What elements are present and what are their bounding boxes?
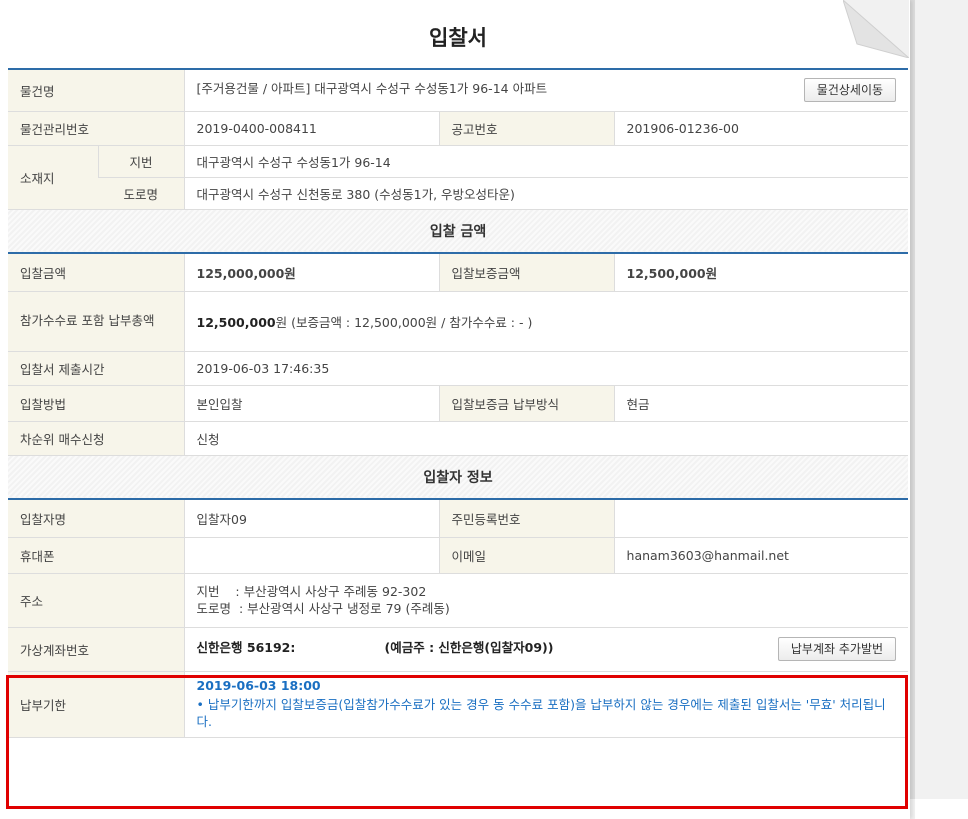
total-payment-amount: 12,500,000 bbox=[196, 314, 276, 330]
address-cell: 지번 : 부산광역시 사상구 주례동 92-302 도로명 : 부산광역시 사상… bbox=[183, 573, 909, 628]
scroll-shadow bbox=[910, 0, 915, 799]
table-row: 도로명 대구광역시 수성구 신천동로 380 (수성동1가, 우방오성타운) bbox=[8, 177, 909, 210]
table-row: 입찰방법 본인입찰 입찰보증금 납부방식 현금 bbox=[8, 385, 909, 422]
road-address-label: 도로명 bbox=[98, 177, 185, 210]
submit-time-value: 2019-06-03 17:46:35 bbox=[183, 351, 909, 386]
deposit-pay-method-label: 입찰보증금 납부방식 bbox=[438, 385, 615, 422]
section-header: 입찰자 정보 bbox=[8, 455, 909, 500]
item-name-label: 물건명 bbox=[8, 68, 185, 112]
deadline-label: 납부기한 bbox=[8, 671, 185, 738]
table-row: 소재지 지번 대구광역시 수성구 수성동1가 96-14 bbox=[8, 145, 909, 210]
deadline-value: 2019-06-03 18:00 bbox=[196, 678, 321, 693]
next-bidder-label: 차순위 매수신청 bbox=[8, 421, 185, 456]
item-detail-button[interactable]: 물건상세이동 bbox=[803, 78, 897, 103]
address-label: 주소 bbox=[8, 573, 185, 628]
virtual-account-label: 가상계좌번호 bbox=[8, 627, 185, 672]
table-row: 납부기한 2019-06-03 18:00 • 납부기한까지 입찰보증금(입찰참… bbox=[8, 671, 909, 738]
table-row: 물건명 [주거용건물 / 아파트] 대구광역시 수성구 수성동1가 96-14 … bbox=[8, 68, 909, 112]
virtual-account-value: 신한은행 56192: bbox=[196, 640, 296, 655]
margin-corner bbox=[915, 799, 968, 819]
bid-form-table: 물건명 [주거용건물 / 아파트] 대구광역시 수성구 수성동1가 96-14 … bbox=[8, 68, 909, 738]
location-label: 소재지 bbox=[8, 145, 98, 210]
phone-value bbox=[183, 537, 440, 574]
submit-time-label: 입찰서 제출시간 bbox=[8, 351, 185, 386]
item-name-value: [주거용건물 / 아파트] 대구광역시 수성구 수성동1가 96-14 아파트 bbox=[196, 81, 548, 97]
mgmt-number-label: 물건관리번호 bbox=[8, 111, 185, 146]
section-header: 입찰 금액 bbox=[8, 209, 909, 254]
right-margin bbox=[910, 0, 968, 819]
notice-number-value: 201906-01236-00 bbox=[613, 111, 909, 146]
table-row: 입찰금액 125,000,000원 입찰보증금액 12,500,000원 bbox=[8, 253, 909, 292]
lot-address-label: 지번 bbox=[97, 145, 185, 178]
table-row: 주소 지번 : 부산광역시 사상구 주례동 92-302 도로명 : 부산광역시… bbox=[8, 573, 909, 628]
item-name-cell: [주거용건물 / 아파트] 대구광역시 수성구 수성동1가 96-14 아파트 … bbox=[183, 68, 909, 112]
bid-form-page: 입찰서 물건명 [주거용건물 / 아파트] 대구광역시 수성구 수성동1가 96… bbox=[0, 0, 910, 819]
phone-label: 휴대폰 bbox=[8, 537, 185, 574]
total-payment-detail: 원 (보증금액 : 12,500,000원 / 참가수수료 : - ) bbox=[275, 314, 533, 330]
bid-amount-label: 입찰금액 bbox=[8, 253, 185, 292]
table-row: 가상계좌번호 신한은행 56192: (예금주 : 신한은행(입찰자09)) 납… bbox=[8, 627, 909, 672]
bid-method-value: 본인입찰 bbox=[183, 385, 440, 422]
table-row: 참가수수료 포함 납부총액 12,500,000원 (보증금액 : 12,500… bbox=[8, 291, 909, 352]
table-row: 차순위 매수신청 신청 bbox=[8, 421, 909, 456]
total-payment-cell: 12,500,000원 (보증금액 : 12,500,000원 / 참가수수료 … bbox=[183, 291, 909, 352]
mgmt-number-value: 2019-0400-008411 bbox=[183, 111, 440, 146]
address-road: 도로명 : 부산광역시 사상구 냉정로 79 (주례동) bbox=[196, 601, 450, 616]
add-payment-account-button[interactable]: 납부계좌 추가발번 bbox=[777, 637, 897, 661]
deposit-pay-method-value: 현금 bbox=[613, 385, 909, 422]
bid-method-label: 입찰방법 bbox=[8, 385, 185, 422]
notice-number-label: 공고번호 bbox=[438, 111, 615, 146]
table-row: 입찰자명 입찰자09 주민등록번호 bbox=[8, 499, 909, 538]
email-value: hanam3603@hanmail.net bbox=[613, 537, 909, 574]
total-payment-label: 참가수수료 포함 납부총액 bbox=[8, 291, 185, 352]
address-lot: 지번 : 부산광역시 사상구 주례동 92-302 bbox=[196, 584, 427, 599]
rrn-label: 주민등록번호 bbox=[438, 499, 615, 538]
page-curl-icon bbox=[843, 0, 909, 58]
email-label: 이메일 bbox=[438, 537, 615, 574]
table-row: 물건관리번호 2019-0400-008411 공고번호 201906-0123… bbox=[8, 111, 909, 146]
bidder-section-title: 입찰자 정보 bbox=[8, 455, 909, 500]
deposit-amount-label: 입찰보증금액 bbox=[438, 253, 615, 292]
bidder-name-value: 입찰자09 bbox=[183, 499, 440, 538]
lot-address-value: 대구광역시 수성구 수성동1가 96-14 bbox=[183, 145, 909, 178]
deposit-amount-value: 12,500,000원 bbox=[613, 253, 909, 292]
amount-section-title: 입찰 금액 bbox=[8, 209, 909, 254]
rrn-value bbox=[613, 499, 909, 538]
next-bidder-value: 신청 bbox=[183, 421, 909, 456]
table-row: 입찰서 제출시간 2019-06-03 17:46:35 bbox=[8, 351, 909, 386]
deadline-note: • 납부기한까지 입찰보증금(입찰참가수수료가 있는 경우 동 수수료 포함)을… bbox=[196, 697, 886, 729]
page-title: 입찰서 bbox=[429, 26, 487, 50]
bidder-name-label: 입찰자명 bbox=[8, 499, 185, 538]
deadline-cell: 2019-06-03 18:00 • 납부기한까지 입찰보증금(입찰참가수수료가… bbox=[183, 671, 909, 738]
road-address-value: 대구광역시 수성구 신천동로 380 (수성동1가, 우방오성타운) bbox=[183, 177, 909, 210]
table-row: 휴대폰 이메일 hanam3603@hanmail.net bbox=[8, 537, 909, 574]
bid-amount-value: 125,000,000원 bbox=[183, 253, 440, 292]
virtual-account-cell: 신한은행 56192: (예금주 : 신한은행(입찰자09)) 납부계좌 추가발… bbox=[183, 627, 909, 672]
account-holder-value: (예금주 : 신한은행(입찰자09)) bbox=[384, 640, 554, 655]
